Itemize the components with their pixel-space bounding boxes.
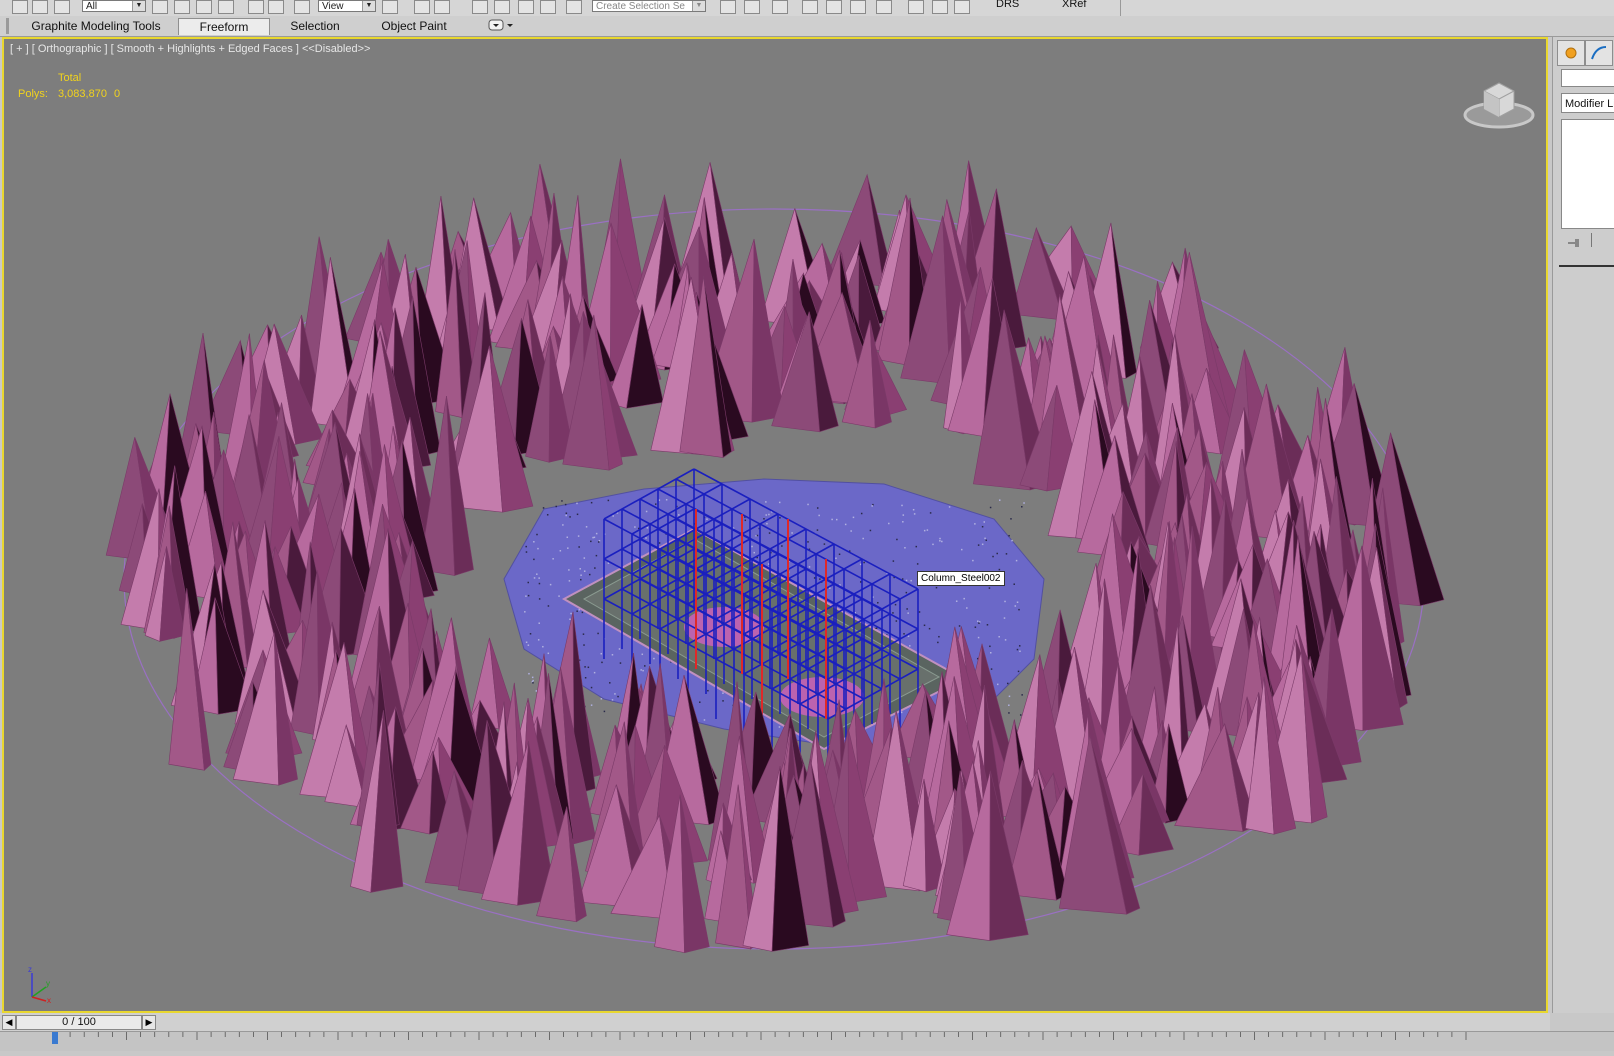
previous-frame-button[interactable]: ◀: [2, 1015, 16, 1030]
window-crossing-icon[interactable]: [218, 0, 234, 14]
align-icon[interactable]: [744, 0, 760, 14]
graphite-toggle-icon[interactable]: [802, 0, 818, 14]
select-object-icon[interactable]: [152, 0, 168, 14]
svg-text:z: z: [28, 965, 32, 974]
xref-label[interactable]: XRef: [1062, 0, 1086, 10]
reference-coord-value: View: [322, 1, 344, 12]
scale-icon[interactable]: [294, 0, 310, 14]
layer-manager-icon[interactable]: [772, 0, 788, 14]
rendered-frame-icon[interactable]: [932, 0, 948, 14]
named-selection-placeholder: Create Selection Se: [596, 1, 685, 12]
ribbon-grip[interactable]: [6, 18, 9, 34]
drs-label[interactable]: DRS: [996, 0, 1019, 10]
edit-named-selection-icon[interactable]: [566, 0, 582, 14]
modify-icon: [1591, 46, 1607, 60]
viewcube-icon[interactable]: [1462, 69, 1536, 138]
material-editor-icon[interactable]: [876, 0, 892, 14]
snaps-toggle-icon[interactable]: [472, 0, 488, 14]
rectangular-selection-icon[interactable]: [196, 0, 212, 14]
next-frame-button[interactable]: ▶: [142, 1015, 156, 1030]
ribbon-options-icon: [488, 19, 513, 31]
rotate-icon[interactable]: [268, 0, 284, 14]
time-slider[interactable]: 0 / 100: [16, 1015, 142, 1030]
stats-selected-value: 0: [114, 88, 121, 100]
modifier-stack[interactable]: [1561, 119, 1614, 229]
chevron-down-icon: ▼: [132, 1, 145, 11]
select-manipulate-icon[interactable]: [414, 0, 430, 14]
tab-object-paint[interactable]: Object Paint: [374, 18, 454, 34]
select-by-name-icon[interactable]: [174, 0, 190, 14]
chevron-down-icon: ▼: [362, 1, 375, 11]
main-toolbar: All ▼ View ▼ Create Selection Se ▼ DRS X…: [0, 0, 1614, 17]
show-end-result-icon[interactable]: [1591, 233, 1592, 247]
link-icon[interactable]: [12, 0, 28, 14]
schematic-view-icon[interactable]: [850, 0, 866, 14]
tab-modify[interactable]: [1585, 40, 1613, 66]
scene-canvas[interactable]: [4, 39, 1546, 1011]
stats-polys-value: 3,083,870: [58, 88, 107, 100]
svg-text:x: x: [47, 996, 51, 1005]
tab-freeform[interactable]: Freeform: [178, 18, 270, 35]
mirror-icon[interactable]: [720, 0, 736, 14]
stats-polys-label: Polys:: [18, 88, 48, 100]
chevron-down-icon: ▼: [692, 1, 705, 11]
unlink-icon[interactable]: [32, 0, 48, 14]
reference-coord-dropdown[interactable]: View ▼: [318, 0, 376, 12]
move-icon[interactable]: [248, 0, 264, 14]
sun-icon: [1565, 47, 1577, 59]
panel-divider: [1559, 265, 1614, 267]
time-slider-bar: ◀ 0 / 100 ▶: [0, 1013, 1550, 1031]
keyboard-shortcut-icon[interactable]: [434, 0, 450, 14]
tab-create[interactable]: [1557, 40, 1585, 66]
selection-filter-value: All: [86, 1, 98, 12]
stats-header: Total: [58, 72, 82, 84]
modifier-list-dropdown[interactable]: Modifier List: [1561, 93, 1614, 113]
spinner-snap-icon[interactable]: [540, 0, 556, 14]
pivot-center-icon[interactable]: [382, 0, 398, 14]
selection-filter-dropdown[interactable]: All ▼: [82, 0, 146, 12]
named-selection-sets-dropdown[interactable]: Create Selection Se ▼: [592, 0, 706, 12]
angle-snap-icon[interactable]: [494, 0, 510, 14]
toolbar-divider: [1120, 0, 1121, 16]
command-panel: Modifier List: [1552, 37, 1614, 1013]
bind-space-warp-icon[interactable]: [54, 0, 70, 14]
tab-graphite-modeling-tools[interactable]: Graphite Modeling Tools: [28, 18, 164, 34]
render-setup-icon[interactable]: [908, 0, 924, 14]
percent-snap-icon[interactable]: [518, 0, 534, 14]
axis-tripod-icon: z y x: [24, 965, 56, 1010]
ribbon-tab-bar: Graphite Modeling Tools Freeform Selecti…: [0, 16, 1614, 37]
tab-selection[interactable]: Selection: [282, 18, 348, 34]
track-ticks: [52, 1032, 1467, 1044]
render-production-icon[interactable]: [954, 0, 970, 14]
pin-stack-icon[interactable]: [1567, 235, 1583, 253]
object-name-input[interactable]: [1561, 69, 1614, 87]
track-bar[interactable]: [0, 1031, 1614, 1051]
curve-editor-icon[interactable]: [826, 0, 842, 14]
object-name-tooltip: Column_Steel002: [917, 571, 1005, 586]
ribbon-options-button[interactable]: [488, 19, 516, 32]
perspective-viewport[interactable]: [ + ] [ Orthographic ] [ Smooth + Highli…: [2, 37, 1548, 1013]
svg-text:y: y: [46, 979, 50, 988]
viewport-label-menu[interactable]: [ + ] [ Orthographic ] [ Smooth + Highli…: [10, 43, 370, 55]
